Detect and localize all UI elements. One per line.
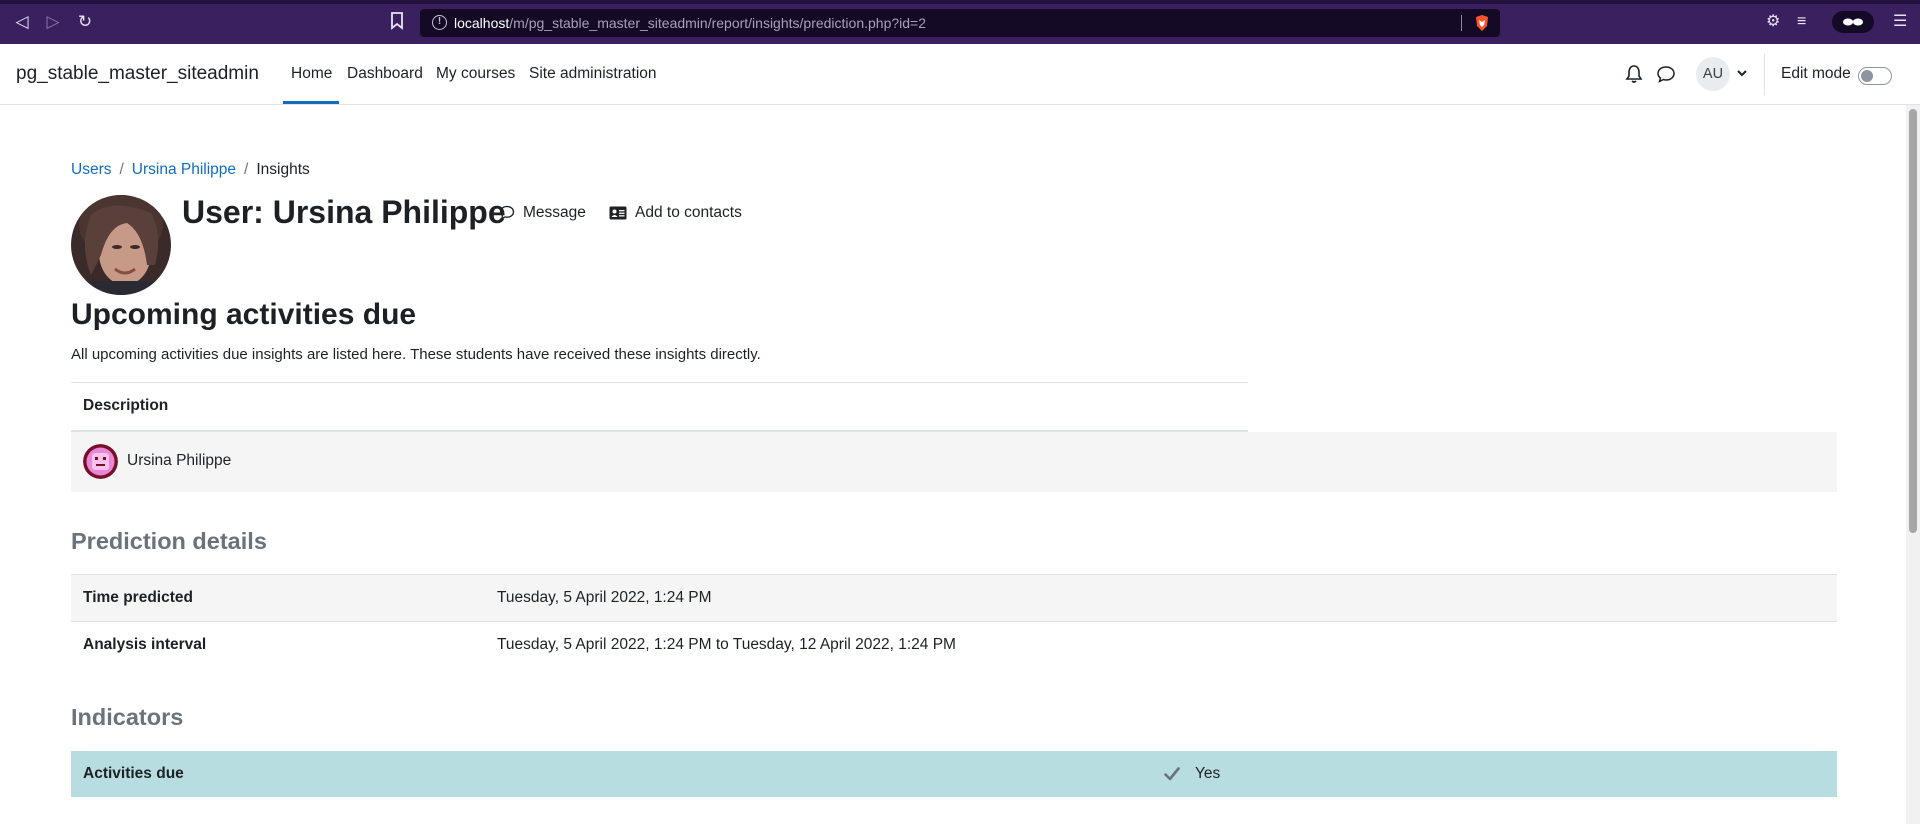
student-avatar[interactable] xyxy=(83,444,118,479)
playlist-icon[interactable]: ≡ xyxy=(1797,12,1806,32)
column-header-description: Description xyxy=(83,397,169,414)
indicator-label: Activities due xyxy=(83,765,184,782)
message-label: Message xyxy=(523,204,586,221)
page-title: User: Ursina Philippe xyxy=(182,194,506,230)
primary-navbar: pg_stable_master_siteadmin Home Dashboar… xyxy=(0,44,1920,105)
chevron-down-icon[interactable] xyxy=(1736,67,1748,79)
bookmark-icon[interactable] xyxy=(390,12,404,30)
url-text[interactable]: localhost/m/pg_stable_master_siteadmin/r… xyxy=(454,15,926,31)
edit-mode-label: Edit mode xyxy=(1781,65,1851,82)
address-bar[interactable]: ! localhost/m/pg_stable_master_siteadmin… xyxy=(420,9,1500,37)
messages-icon[interactable] xyxy=(1656,65,1676,83)
nav-site-administration[interactable]: Site administration xyxy=(529,65,657,83)
breadcrumb-current: Insights xyxy=(256,161,310,178)
site-info-icon[interactable]: ! xyxy=(432,15,447,30)
private-window-icon[interactable] xyxy=(1832,11,1874,33)
check-icon xyxy=(1164,767,1180,781)
student-name[interactable]: Ursina Philippe xyxy=(127,452,231,470)
breadcrumb: Users / Ursina Philippe / Insights xyxy=(71,161,310,179)
menu-icon[interactable]: ☰ xyxy=(1893,12,1907,32)
toggle-knob xyxy=(1861,70,1873,82)
browser-toolbar: ◁ ▷ ↻ ! localhost/m/pg_stable_master_sit… xyxy=(0,0,1920,44)
nav-dashboard[interactable]: Dashboard xyxy=(347,65,423,83)
back-icon[interactable]: ◁ xyxy=(11,11,33,33)
table-row: Analysis interval Tuesday, 5 April 2022,… xyxy=(71,621,1837,668)
user-avatar[interactable]: AU xyxy=(1696,57,1730,91)
insight-description: All upcoming activities due insights are… xyxy=(71,346,761,363)
breadcrumb-separator: / xyxy=(244,161,249,178)
message-button[interactable]: Message xyxy=(499,204,586,222)
tab-strip xyxy=(0,0,1920,4)
breadcrumb-user[interactable]: Ursina Philippe xyxy=(132,161,236,178)
message-icon xyxy=(499,205,515,220)
breadcrumb-separator: / xyxy=(119,161,124,178)
detail-value: Tuesday, 5 April 2022, 1:24 PM to Tuesda… xyxy=(497,636,956,653)
profile-picture[interactable] xyxy=(71,195,171,295)
table-row: Time predicted Tuesday, 5 April 2022, 1:… xyxy=(71,574,1837,621)
add-to-contacts-button[interactable]: Add to contacts xyxy=(609,204,742,222)
brave-shield-icon[interactable] xyxy=(1474,14,1490,32)
navbar-divider xyxy=(1764,54,1765,95)
detail-label: Analysis interval xyxy=(83,636,207,653)
detail-label: Time predicted xyxy=(83,589,193,606)
address-card-icon xyxy=(609,206,627,220)
site-name[interactable]: pg_stable_master_siteadmin xyxy=(16,63,259,85)
edit-mode-toggle[interactable] xyxy=(1858,67,1892,85)
nav-home[interactable]: Home xyxy=(291,65,332,83)
extensions-icon[interactable]: ⚙ xyxy=(1766,12,1780,32)
active-tab-indicator xyxy=(283,101,339,104)
forward-icon[interactable]: ▷ xyxy=(42,11,64,33)
detail-value: Tuesday, 5 April 2022, 1:24 PM xyxy=(497,589,712,606)
nav-my-courses[interactable]: My courses xyxy=(436,65,515,83)
breadcrumb-users[interactable]: Users xyxy=(71,161,111,178)
table-row: Activities due Yes xyxy=(71,751,1837,797)
add-to-contacts-label: Add to contacts xyxy=(635,204,742,221)
indicator-value: Yes xyxy=(1195,765,1221,782)
scrollbar-thumb[interactable] xyxy=(1909,109,1917,533)
page-scrollbar[interactable] xyxy=(1906,105,1920,824)
prediction-details-heading: Prediction details xyxy=(71,528,267,554)
divider xyxy=(1461,15,1462,31)
table-row: Ursina Philippe xyxy=(71,432,1837,492)
insight-title: Upcoming activities due xyxy=(71,298,417,331)
indicators-heading: Indicators xyxy=(71,704,184,730)
table-border xyxy=(71,382,1248,383)
reload-icon[interactable]: ↻ xyxy=(74,11,96,33)
notifications-bell-icon[interactable] xyxy=(1625,64,1643,84)
